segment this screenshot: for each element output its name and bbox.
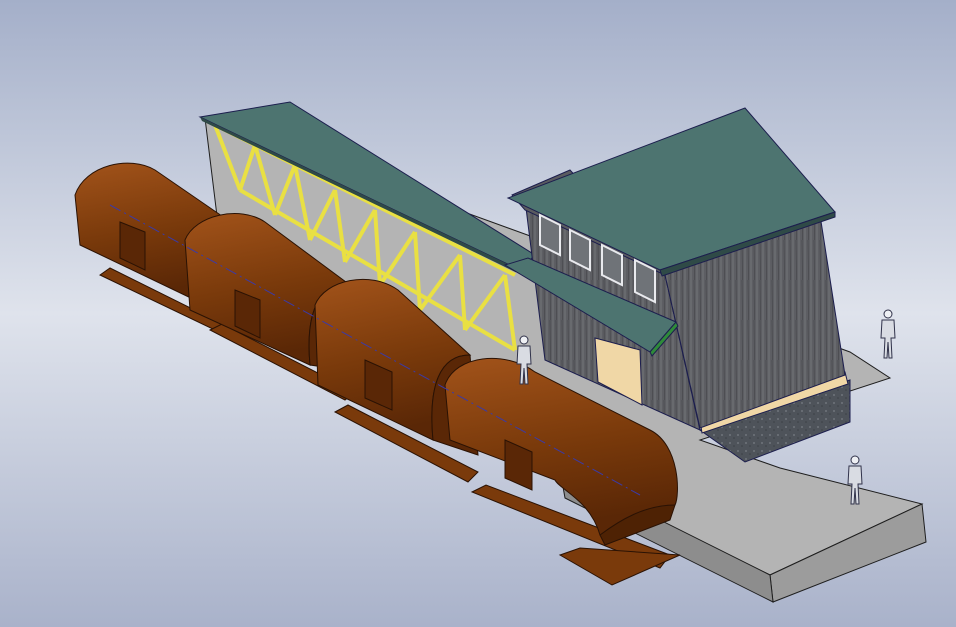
- cad-viewport[interactable]: [0, 0, 956, 627]
- model-scene[interactable]: [0, 0, 956, 627]
